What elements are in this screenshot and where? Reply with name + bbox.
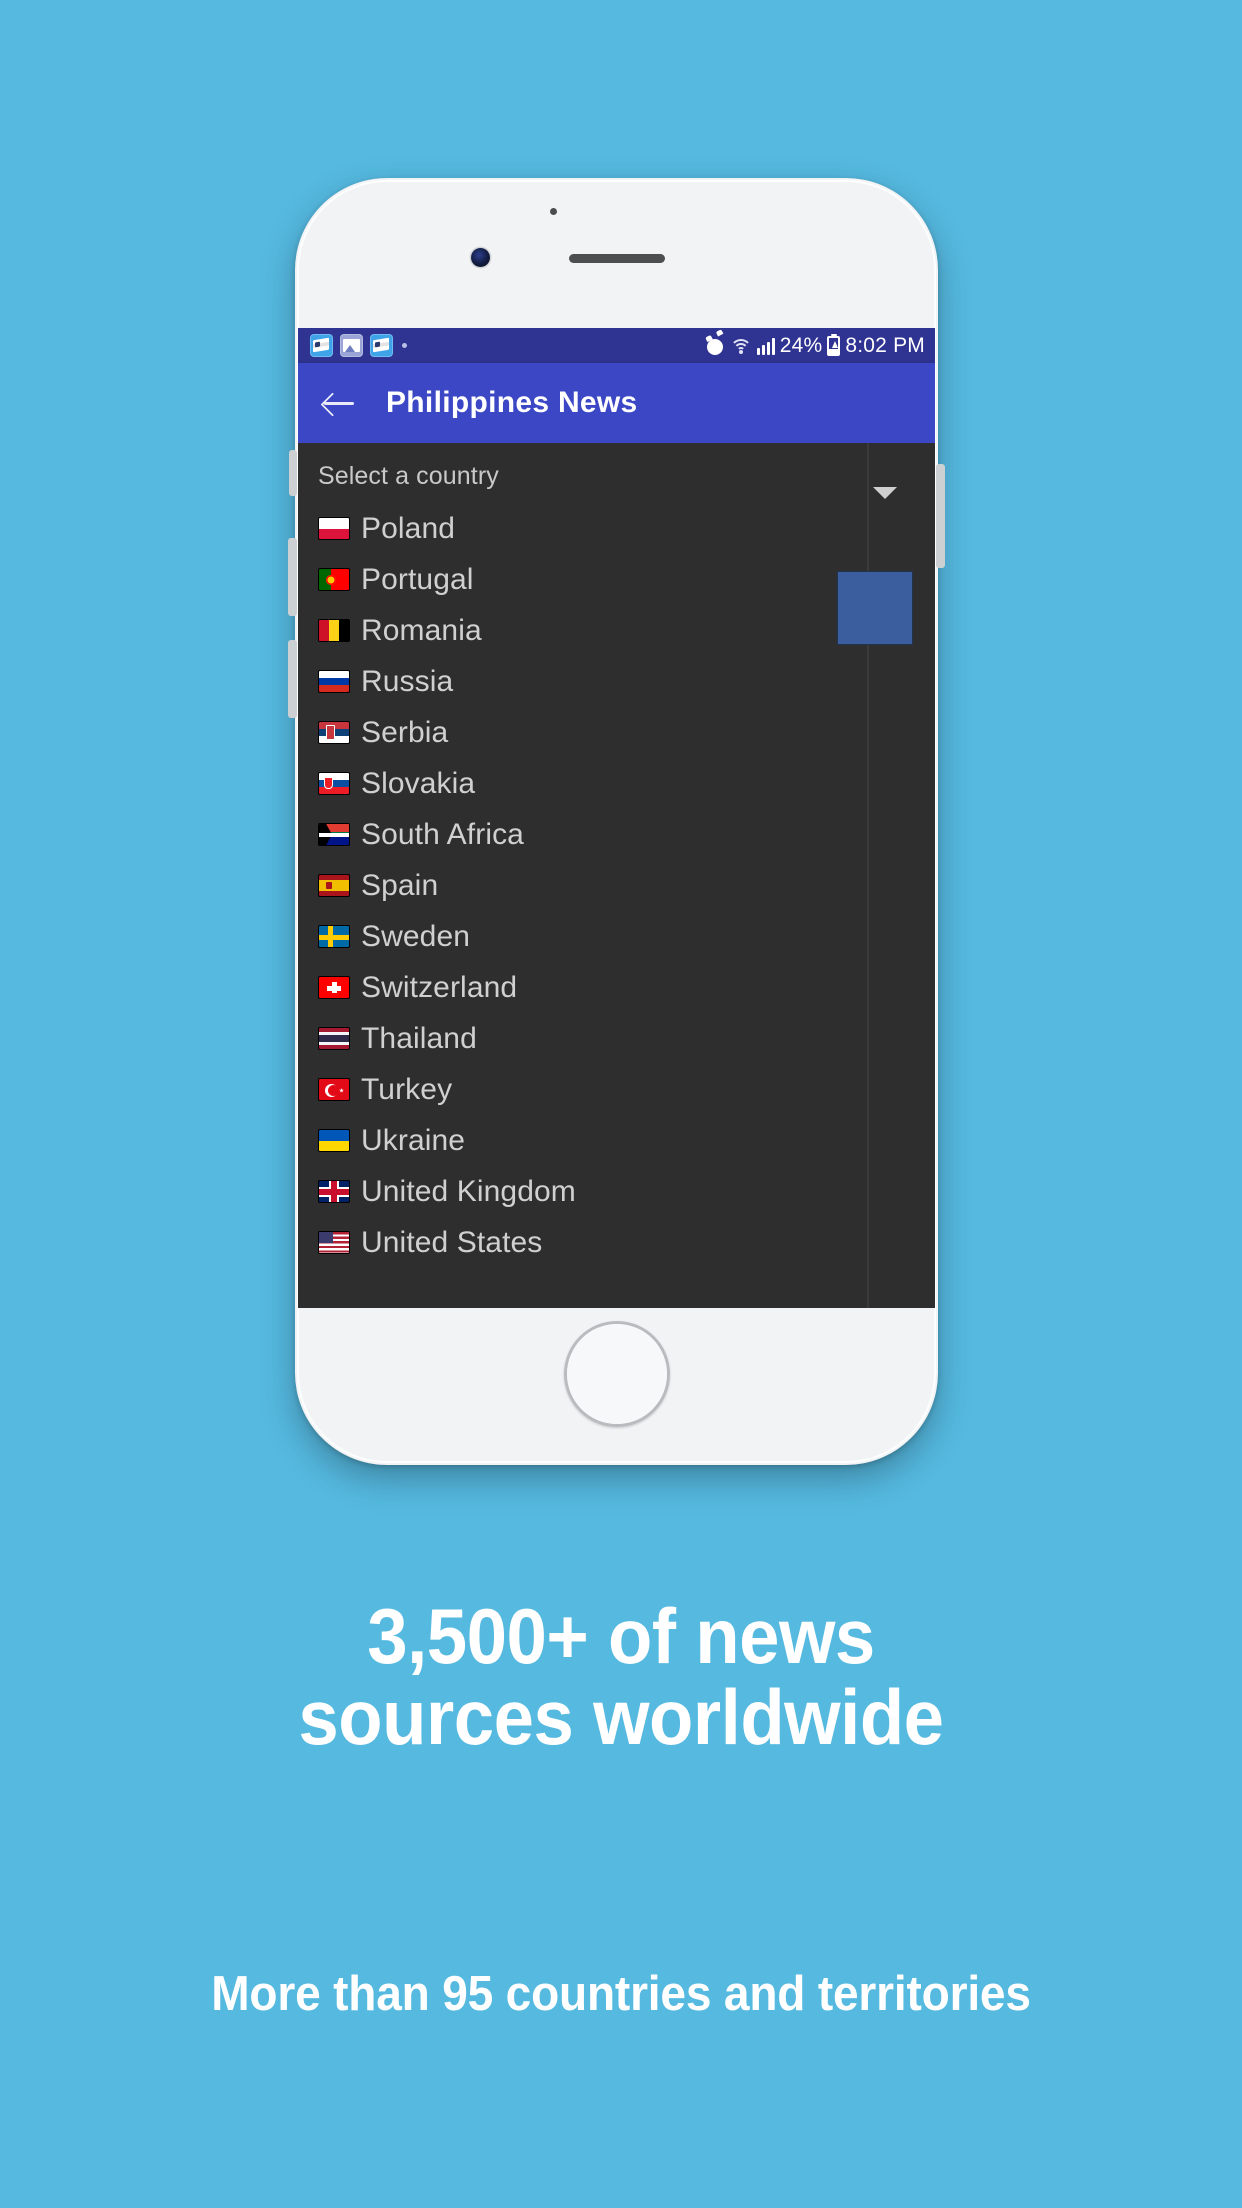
flag-icon	[318, 568, 350, 591]
country-list-item[interactable]: Ukraine	[318, 1115, 935, 1166]
flag-icon	[318, 1129, 350, 1152]
app-bar: Philippines News	[298, 363, 935, 443]
status-bar-system: 24% 8:02 PM	[706, 334, 925, 358]
country-name-label: United States	[361, 1225, 543, 1259]
flag-icon	[318, 670, 350, 693]
flag-icon	[318, 1231, 350, 1254]
battery-percent-label: 24%	[779, 333, 823, 357]
chevron-down-icon[interactable]	[873, 487, 897, 499]
country-name-label: Poland	[361, 511, 456, 545]
back-arrow-icon[interactable]	[322, 386, 356, 420]
country-list-item[interactable]: Serbia	[318, 707, 935, 758]
country-name-label: Slovakia	[361, 766, 476, 800]
more-notifications-dot	[402, 343, 407, 348]
photo-icon	[340, 334, 363, 357]
country-name-label: Romania	[361, 613, 482, 647]
power-button[interactable]	[936, 464, 945, 568]
battery-charging-icon	[827, 335, 841, 356]
flag-icon	[318, 1078, 350, 1101]
country-name-label: United Kingdom	[361, 1174, 576, 1208]
status-bar-notifications	[310, 334, 407, 357]
headline: 3,500+ of news sources worldwide	[43, 1592, 1198, 1762]
country-list-item[interactable]: United States	[318, 1217, 935, 1268]
page-title: Philippines News	[386, 386, 638, 419]
country-list-item[interactable]: Thailand	[318, 1013, 935, 1064]
headline-line-1: 3,500+ of news	[367, 1592, 875, 1680]
clock-label: 8:02 PM	[845, 333, 925, 357]
country-list-item[interactable]: Switzerland	[318, 962, 935, 1013]
phone-device-mockup: 24% 8:02 PM Philippines News Select a co…	[288, 178, 945, 1465]
volume-up-button[interactable]	[288, 538, 297, 616]
flag-icon	[318, 721, 350, 744]
flag-icon	[318, 1027, 350, 1050]
country-dropdown-panel: Select a country Poland Portugal Romania Ru…	[298, 443, 935, 1308]
news-paper-icon	[310, 334, 333, 357]
country-list-item[interactable]: Russia	[318, 656, 935, 707]
country-name-label: Sweden	[361, 919, 471, 953]
flag-icon	[318, 925, 350, 948]
country-list-item[interactable]: Slovakia	[318, 758, 935, 809]
volume-down-button[interactable]	[288, 640, 297, 718]
country-list-item[interactable]: South Africa	[318, 809, 935, 860]
front-camera-icon	[471, 248, 490, 267]
wifi-icon	[729, 337, 752, 355]
country-list-item[interactable]: United Kingdom	[318, 1166, 935, 1217]
country-name-label: Portugal	[361, 562, 474, 596]
cell-signal-icon	[756, 337, 775, 355]
alarm-clock-icon	[706, 336, 725, 355]
flag-icon	[318, 823, 350, 846]
flag-icon	[318, 976, 350, 999]
country-name-label: Turkey	[361, 1072, 453, 1106]
promo-screenshot: 24% 8:02 PM Philippines News Select a co…	[0, 0, 1242, 2208]
scrollbar-thumb[interactable]	[837, 571, 913, 645]
country-name-label: Spain	[361, 868, 439, 902]
select-a-country-label: Select a country	[318, 462, 499, 490]
country-list-item[interactable]: Poland	[318, 503, 935, 554]
flag-icon	[318, 772, 350, 795]
proximity-sensor-icon	[550, 208, 557, 215]
country-list-item[interactable]: Sweden	[318, 911, 935, 962]
headline-line-2: sources worldwide	[298, 1673, 944, 1762]
country-name-label: Russia	[361, 664, 454, 698]
country-list-item[interactable]: Spain	[318, 860, 935, 911]
flag-icon	[318, 619, 350, 642]
earpiece-speaker	[568, 254, 665, 263]
flag-icon	[318, 874, 350, 897]
mute-switch[interactable]	[289, 450, 297, 496]
country-list-item[interactable]: Turkey	[318, 1064, 935, 1115]
news-paper-icon	[370, 334, 393, 357]
status-bar: 24% 8:02 PM	[298, 328, 935, 363]
subheadline: More than 95 countries and territories	[211, 1967, 1031, 2021]
flag-icon	[318, 517, 350, 540]
country-name-label: Switzerland	[361, 970, 518, 1004]
country-name-label: South Africa	[361, 817, 524, 851]
home-button[interactable]	[563, 1321, 670, 1427]
country-name-label: Ukraine	[361, 1123, 466, 1157]
country-name-label: Serbia	[361, 715, 449, 749]
phone-screen: 24% 8:02 PM Philippines News Select a co…	[298, 328, 935, 1308]
flag-icon	[318, 1180, 350, 1203]
country-name-label: Thailand	[361, 1021, 477, 1055]
